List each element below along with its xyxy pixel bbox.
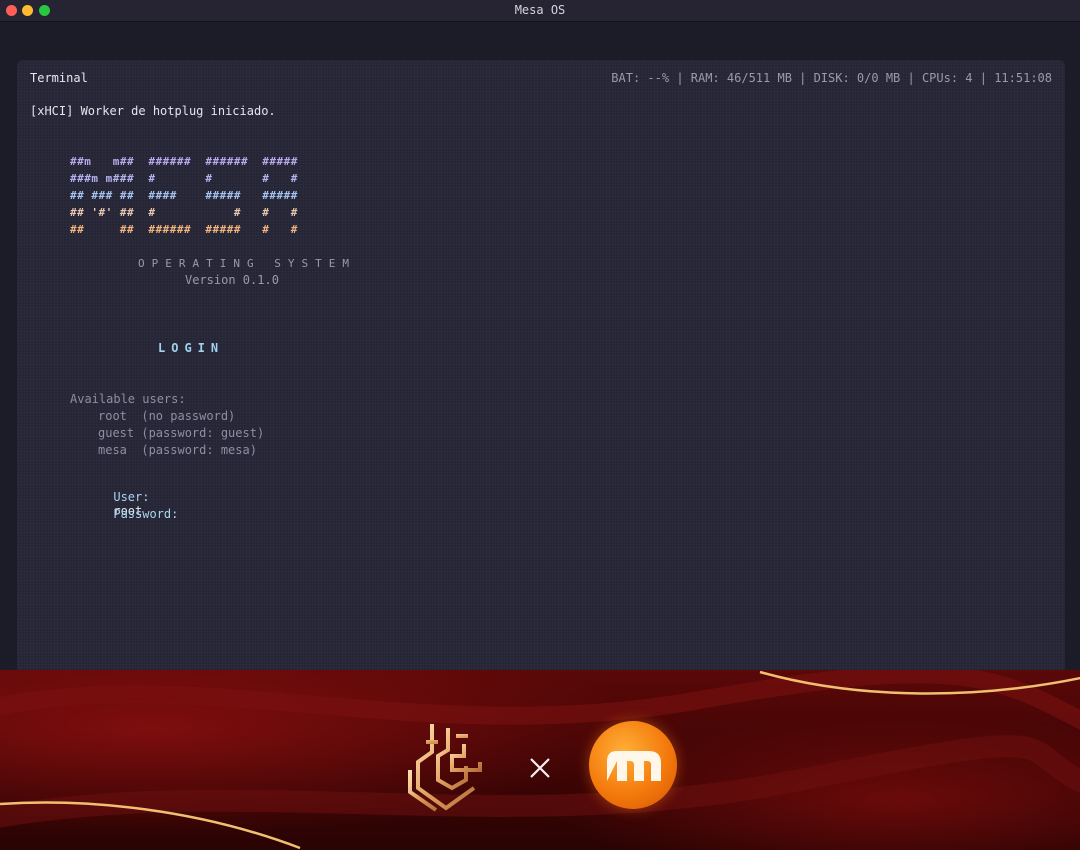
password-prompt[interactable]: Password: bbox=[70, 493, 178, 535]
ascii-logo-line: ## ### ## #### ##### ##### bbox=[70, 189, 298, 202]
desktop: Terminal BAT: --% | RAM: 46/511 MB | DIS… bbox=[0, 22, 1080, 680]
os-subtitle: OPERATING SYSTEM bbox=[138, 257, 356, 270]
status-bar: BAT: --% | RAM: 46/511 MB | DISK: 0/0 MB… bbox=[611, 71, 1052, 85]
login-heading: LOGIN bbox=[158, 341, 225, 355]
user-entry-mesa: mesa (password: mesa) bbox=[98, 443, 257, 457]
log-line: [xHCI] Worker de hotplug iniciado. bbox=[30, 104, 276, 118]
user-entry-guest: guest (password: guest) bbox=[98, 426, 265, 440]
version-label: Version 0.1.0 bbox=[185, 273, 279, 287]
ascii-logo-line: ## ## ###### ##### # # bbox=[70, 223, 298, 236]
users-heading: Available users: bbox=[70, 392, 186, 406]
orange-m-logo-icon bbox=[589, 721, 677, 809]
user-entry-root: root (no password) bbox=[98, 409, 236, 423]
ascii-logo-line: ###m m### # # # # bbox=[70, 172, 298, 185]
terminal-title: Terminal bbox=[30, 71, 88, 85]
ascii-logo-line: ##m m## ###### ###### ##### bbox=[70, 155, 298, 168]
promo-banner bbox=[0, 670, 1080, 850]
terminal-window[interactable]: Terminal BAT: --% | RAM: 46/511 MB | DIS… bbox=[17, 60, 1065, 680]
window-title: Mesa OS bbox=[514, 3, 566, 17]
password-prompt-label: Password: bbox=[113, 507, 179, 521]
crest-logo-icon bbox=[408, 724, 482, 812]
close-x-icon bbox=[530, 758, 550, 778]
ascii-logo-line: ## '#' ## # # # # bbox=[70, 206, 298, 219]
title-bar: Mesa OS bbox=[0, 0, 1080, 22]
